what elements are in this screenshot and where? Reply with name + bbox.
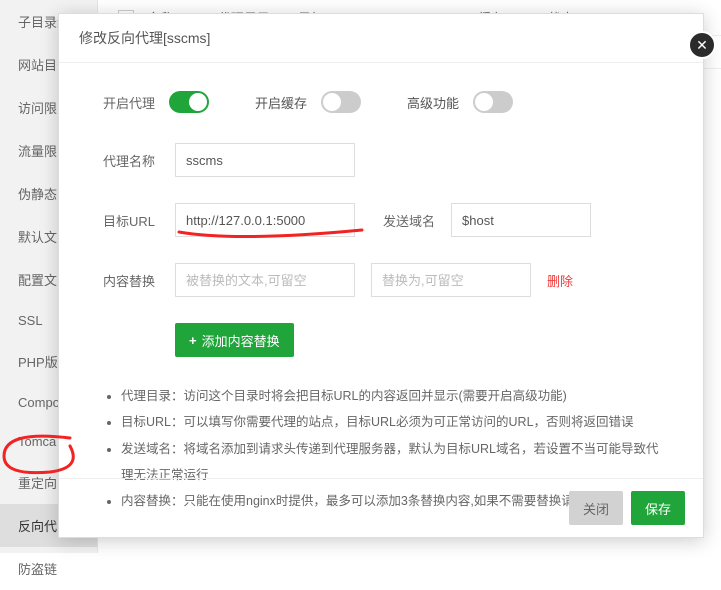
help-item: 代理目录：访问这个目录时将会把目标URL的内容返回并显示(需要开启高级功能): [121, 383, 659, 409]
replace-from-input[interactable]: [175, 263, 355, 297]
enable-proxy-toggle[interactable]: [169, 91, 209, 113]
enable-cache-label: 开启缓存: [255, 93, 307, 112]
sidebar-item-hotlink[interactable]: 防盗链: [0, 547, 97, 590]
proxy-name-label: 代理名称: [103, 151, 175, 170]
modal-title: 修改反向代理[sscms]: [59, 14, 703, 63]
save-button[interactable]: 保存: [631, 491, 685, 525]
toggle-row: 开启代理 开启缓存 高级功能: [103, 91, 659, 113]
enable-cache-toggle[interactable]: [321, 91, 361, 113]
proxy-name-input[interactable]: [175, 143, 355, 177]
close-button[interactable]: 关闭: [569, 491, 623, 525]
add-content-replace-button[interactable]: + 添加内容替换: [175, 323, 294, 357]
replace-to-input[interactable]: [371, 263, 531, 297]
close-icon[interactable]: ✕: [688, 31, 716, 59]
target-url-label: 目标URL: [103, 211, 175, 230]
plus-icon: +: [189, 333, 197, 348]
content-replace-label: 内容替换: [103, 271, 175, 290]
add-content-replace-label: 添加内容替换: [202, 331, 280, 350]
send-domain-input[interactable]: [451, 203, 591, 237]
enable-proxy-label: 开启代理: [103, 93, 155, 112]
help-item: 目标URL：可以填写你需要代理的站点，目标URL必须为可正常访问的URL，否则将…: [121, 409, 659, 435]
modal-footer: 关闭 保存: [59, 478, 703, 537]
target-url-input[interactable]: [175, 203, 355, 237]
advanced-toggle[interactable]: [473, 91, 513, 113]
delete-replace-link[interactable]: 删除: [547, 271, 573, 290]
advanced-label: 高级功能: [407, 93, 459, 112]
send-domain-label: 发送域名: [383, 211, 451, 230]
modal-edit-reverse-proxy: 修改反向代理[sscms] 开启代理 开启缓存 高级功能 代理名称 目标URL: [58, 13, 704, 538]
